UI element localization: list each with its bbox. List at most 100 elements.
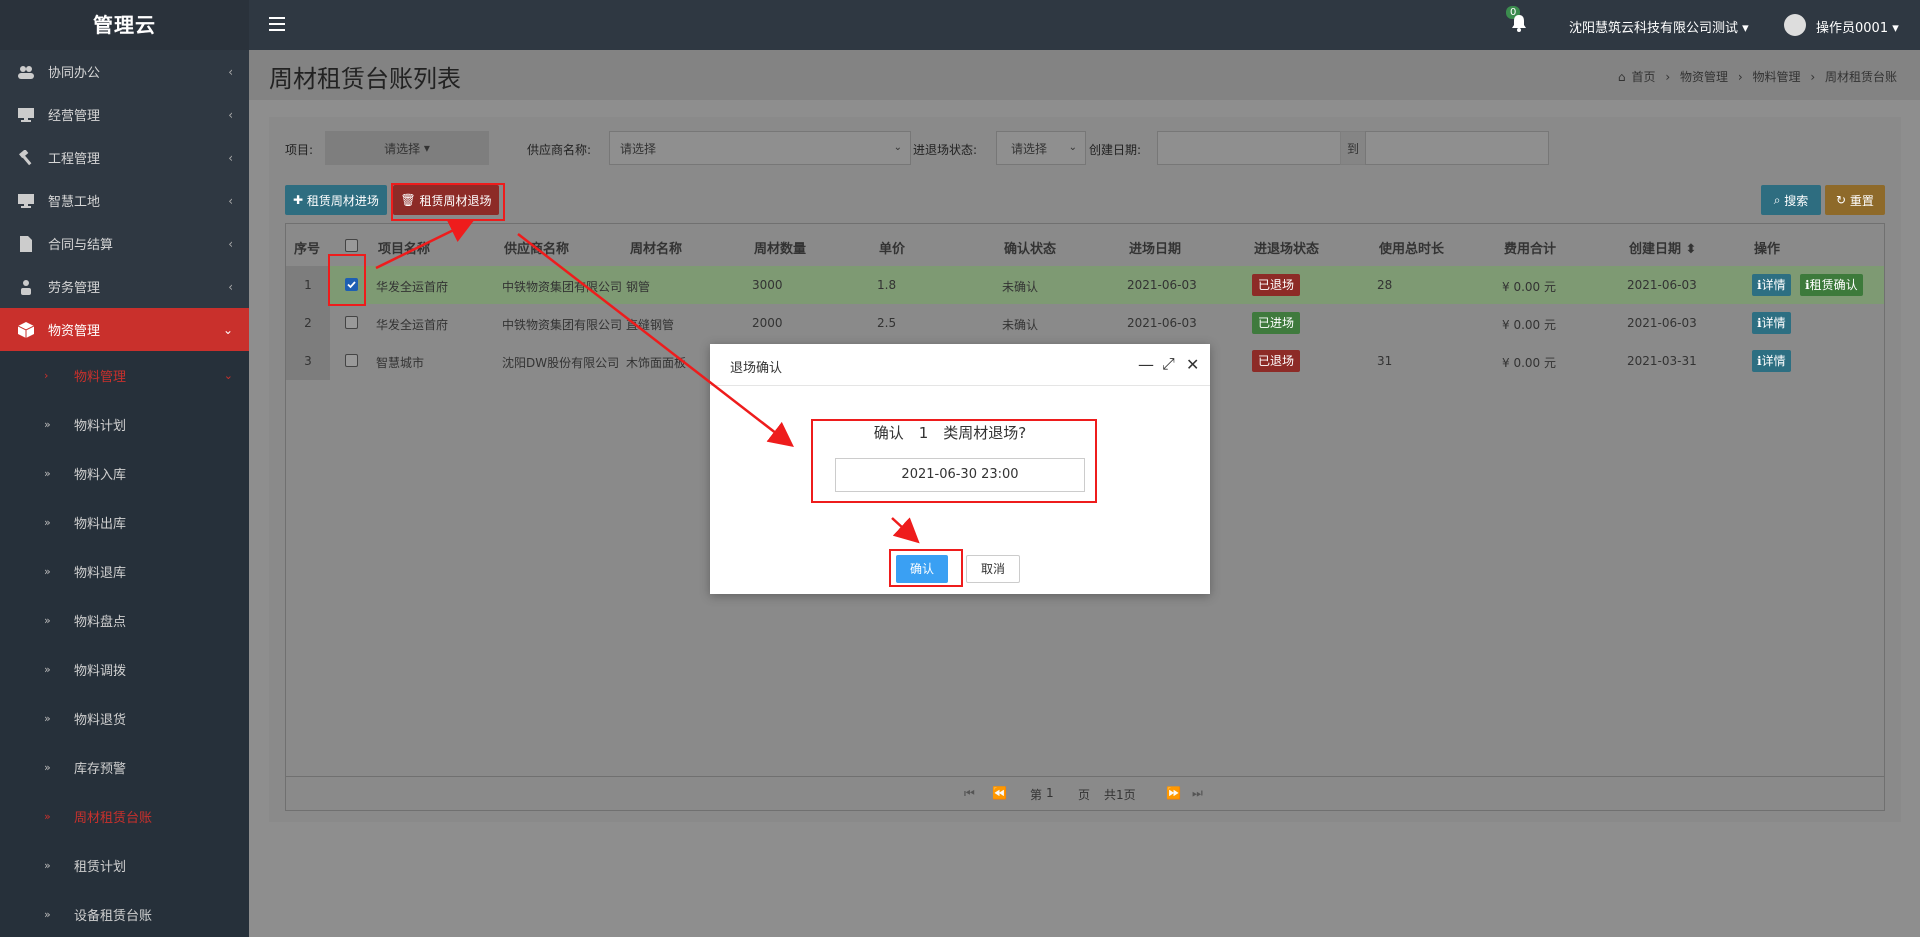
cell-created: 2021-03-31 bbox=[1627, 354, 1697, 368]
col-created[interactable]: 创建日期 ⬍ bbox=[1629, 238, 1696, 257]
supplier-select-value: 请选择 bbox=[620, 141, 657, 156]
double-chevron-icon: » bbox=[44, 761, 51, 774]
breadcrumb-material-management[interactable]: 物料管理 bbox=[1753, 70, 1801, 84]
bell-icon[interactable] bbox=[1511, 14, 1527, 35]
select-all-checkbox[interactable] bbox=[345, 239, 358, 252]
breadcrumb-home[interactable]: 首页 bbox=[1632, 70, 1656, 84]
sidebar-sub-material-management[interactable]: › 物料管理 ⌄ bbox=[0, 351, 249, 400]
date-to-input[interactable] bbox=[1365, 131, 1549, 165]
sidebar-item-engineering[interactable]: 工程管理 ‹ bbox=[0, 136, 249, 179]
sidebar-item-contract[interactable]: 合同与结算 ‹ bbox=[0, 222, 249, 265]
detail-button[interactable]: ℹ详情 bbox=[1752, 312, 1791, 334]
chevron-down-icon: ⌄ bbox=[893, 142, 902, 153]
close-icon[interactable]: ✕ bbox=[1186, 355, 1199, 374]
maximize-icon[interactable]: ⤢ bbox=[1162, 354, 1175, 374]
table-row[interactable]: 1 华发全运首府 中铁物资集团有限公司 钢管 3000 1.8 未确认 2021… bbox=[286, 266, 1884, 304]
cell-cost: ¥ 0.00 元 bbox=[1502, 356, 1556, 370]
project-select[interactable]: 请选择 ▾ bbox=[325, 131, 489, 165]
menu-toggle-icon[interactable] bbox=[269, 17, 285, 31]
cell-material: 直缝钢管 bbox=[626, 318, 675, 332]
col-supplier: 供应商名称 bbox=[504, 242, 570, 257]
cell-qty: 2000 bbox=[752, 316, 783, 330]
cell-confirm: 未确认 bbox=[1002, 280, 1039, 294]
sidebar-sub-material-transfer[interactable]: » 物料调拨 bbox=[0, 645, 249, 694]
cell-supplier: 中铁物资集团有限公司 bbox=[502, 280, 623, 294]
worker-icon bbox=[16, 279, 36, 295]
cancel-button[interactable]: 取消 bbox=[966, 555, 1020, 583]
sidebar-item-collaboration[interactable]: 协同办公 ‹ bbox=[0, 50, 249, 93]
sidebar-item-materials[interactable]: 物资管理 ⌄ bbox=[0, 308, 249, 351]
breadcrumb-separator: › bbox=[1810, 70, 1816, 84]
user-menu[interactable]: 操作员0001 ▾ bbox=[1816, 17, 1899, 36]
sidebar-sub-material-return[interactable]: » 物料退货 bbox=[0, 694, 249, 743]
sidebar-item-labor[interactable]: 劳务管理 ‹ bbox=[0, 265, 249, 308]
prev-page-icon[interactable]: ⏪ bbox=[992, 786, 1007, 800]
page-number-input[interactable]: 1 bbox=[1046, 786, 1054, 800]
date-from-input[interactable] bbox=[1157, 131, 1341, 165]
rent-confirm-button[interactable]: ℹ租赁确认 bbox=[1800, 274, 1863, 296]
breadcrumb-current: 周材租赁台账 bbox=[1824, 70, 1897, 84]
cell-enter-date: 2021-06-03 bbox=[1127, 278, 1197, 292]
sidebar: 管理云 协同办公 ‹ 经营管理 ‹ 工程管理 ‹ 智慧工地 ‹ 合同与结算 ‹ … bbox=[0, 0, 249, 937]
sidebar-sub-rental-plan[interactable]: » 租赁计划 bbox=[0, 841, 249, 890]
sidebar-sub-material-return-stock[interactable]: » 物料退库 bbox=[0, 547, 249, 596]
row-checkbox[interactable] bbox=[345, 354, 358, 367]
double-chevron-icon: » bbox=[44, 663, 51, 676]
reset-button[interactable]: ↻ 重置 bbox=[1825, 185, 1885, 215]
first-page-icon[interactable]: ⏮ bbox=[964, 786, 975, 801]
search-button[interactable]: ⌕ 搜索 bbox=[1761, 185, 1821, 215]
sidebar-item-label: 协同办公 bbox=[48, 66, 101, 81]
sidebar-sub-material-plan[interactable]: » 物料计划 bbox=[0, 400, 249, 449]
desktop-icon bbox=[16, 107, 36, 123]
breadcrumb-materials[interactable]: 物资管理 bbox=[1680, 70, 1728, 84]
row-checkbox[interactable] bbox=[345, 316, 358, 329]
status-badge: 已进场 bbox=[1252, 312, 1301, 334]
chevron-left-icon: ‹ bbox=[228, 150, 233, 165]
company-selector[interactable]: 沈阳慧筑云科技有限公司测试 ▾ bbox=[1569, 17, 1749, 36]
table-header: 序号 项目名称 供应商名称 周材名称 周材数量 单价 确认状态 进场日期 进退场… bbox=[286, 224, 1884, 266]
col-enter-date: 进场日期 bbox=[1129, 242, 1182, 257]
users-icon bbox=[16, 64, 36, 80]
detail-button[interactable]: ℹ详情 bbox=[1752, 350, 1791, 372]
row-number: 1 bbox=[286, 266, 330, 304]
sidebar-sub-material-in[interactable]: » 物料入库 bbox=[0, 449, 249, 498]
detail-button[interactable]: ℹ详情 bbox=[1752, 274, 1791, 296]
cell-confirm: 未确认 bbox=[1002, 318, 1039, 332]
next-page-icon[interactable]: ⏩ bbox=[1166, 786, 1181, 800]
last-page-icon[interactable]: ⏭ bbox=[1192, 786, 1203, 801]
avatar[interactable] bbox=[1784, 14, 1806, 36]
chevron-left-icon: ‹ bbox=[228, 193, 233, 208]
sidebar-sub-label: 设备租赁台账 bbox=[74, 909, 153, 924]
annotation-box-checkbox bbox=[328, 254, 366, 306]
sidebar-sub-stock-warning[interactable]: » 库存预警 bbox=[0, 743, 249, 792]
rent-enter-button[interactable]: ✚ 租赁周材进场 bbox=[285, 185, 387, 215]
sidebar-item-label: 物资管理 bbox=[48, 324, 101, 339]
sidebar-item-smart-site[interactable]: 智慧工地 ‹ bbox=[0, 179, 249, 222]
sidebar-item-business[interactable]: 经营管理 ‹ bbox=[0, 93, 249, 136]
col-status: 进退场状态 bbox=[1254, 242, 1320, 257]
sidebar-sub-material-inventory[interactable]: » 物料盘点 bbox=[0, 596, 249, 645]
sidebar-sub-label: 物料退库 bbox=[74, 566, 127, 581]
project-select-value: 请选择 bbox=[384, 141, 421, 156]
cell-project: 华发全运首府 bbox=[376, 318, 449, 332]
cell-created: 2021-06-03 bbox=[1627, 278, 1697, 292]
cell-qty: 3000 bbox=[752, 278, 783, 292]
breadcrumb: ⌂ 首页 › 物资管理 › 物料管理 › 周材租赁台账 bbox=[1615, 68, 1900, 85]
dialog-header: 退场确认 — ⤢ ✕ bbox=[710, 344, 1210, 386]
double-chevron-icon: » bbox=[44, 467, 51, 480]
annotation-box-exit-button bbox=[391, 183, 505, 221]
sidebar-sub-label: 周材租赁台账 bbox=[74, 811, 153, 826]
minimize-icon[interactable]: — bbox=[1138, 355, 1154, 374]
table-row[interactable]: 2 华发全运首府 中铁物资集团有限公司 直缝钢管 2000 2.5 未确认 20… bbox=[286, 304, 1884, 342]
project-label: 项目: bbox=[285, 143, 314, 157]
double-chevron-icon: » bbox=[44, 516, 51, 529]
status-select[interactable]: 请选择 ⌄ bbox=[996, 131, 1086, 165]
sidebar-sub-equipment-ledger[interactable]: » 设备租赁台账 bbox=[0, 890, 249, 937]
chevron-down-icon: ⌄ bbox=[222, 322, 233, 337]
pagination: ⏮ ⏪ 第 1 页 共1页 ⏩ ⏭ bbox=[286, 776, 1884, 810]
sidebar-sub-material-out[interactable]: » 物料出库 bbox=[0, 498, 249, 547]
double-chevron-icon: » bbox=[44, 614, 51, 627]
supplier-select[interactable]: 请选择 ⌄ bbox=[609, 131, 911, 165]
sidebar-sub-rental-ledger[interactable]: » 周材租赁台账 bbox=[0, 792, 249, 841]
chevron-down-icon: ⌄ bbox=[1068, 142, 1077, 153]
